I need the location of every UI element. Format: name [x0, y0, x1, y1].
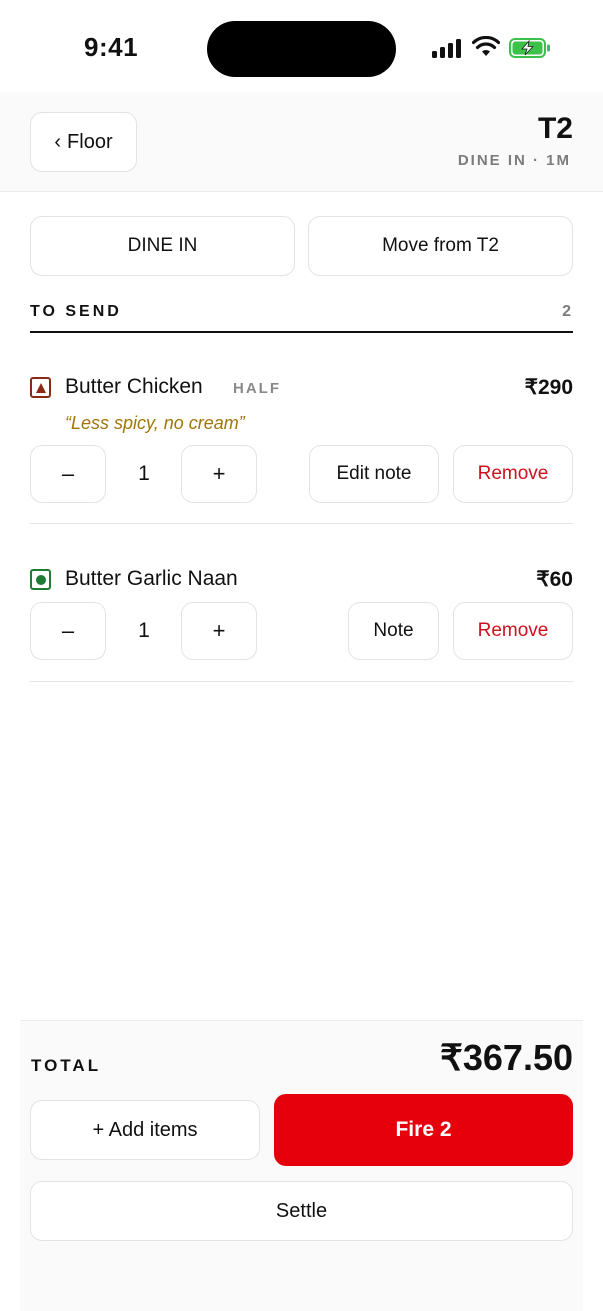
- section-count: 2: [562, 303, 571, 320]
- chevron-left-icon: ‹: [54, 130, 62, 153]
- item-quantity: 1: [138, 462, 150, 485]
- item-name: Butter Chicken: [65, 375, 203, 398]
- settle-button[interactable]: Settle: [30, 1181, 573, 1241]
- non-veg-icon: [30, 377, 51, 398]
- total-amount: ₹367.50: [439, 1037, 573, 1078]
- decrease-qty-button[interactable]: –: [30, 445, 106, 503]
- wifi-icon: [472, 36, 500, 56]
- item-name: Butter Garlic Naan: [65, 567, 238, 590]
- item-price: ₹290: [524, 376, 573, 399]
- add-note-button[interactable]: Note: [348, 602, 439, 660]
- order-footer: TOTAL ₹367.50 + Add items Fire 2 Settle: [20, 1020, 583, 1311]
- back-to-floor-button[interactable]: ‹ Floor: [30, 112, 137, 172]
- dynamic-island: [207, 21, 396, 77]
- add-items-button[interactable]: + Add items: [30, 1100, 260, 1160]
- move-table-button[interactable]: Move from T2: [308, 216, 573, 276]
- item-note: “Less spicy, no cream”: [65, 413, 245, 433]
- remove-item-button[interactable]: Remove: [453, 445, 573, 503]
- item-divider: [30, 681, 573, 682]
- to-send-section-header: TO SEND 2: [30, 300, 573, 333]
- increase-qty-button[interactable]: +: [181, 445, 257, 503]
- decrease-qty-button[interactable]: –: [30, 602, 106, 660]
- fire-order-button[interactable]: Fire 2: [274, 1094, 573, 1166]
- item-quantity: 1: [138, 619, 150, 642]
- table-title: T2: [537, 112, 573, 145]
- battery-charging-icon: [509, 38, 550, 58]
- back-button-label: Floor: [67, 130, 113, 153]
- item-divider: [30, 523, 573, 524]
- table-meta: DINE IN · 1M: [457, 152, 571, 169]
- status-time: 9:41: [84, 32, 139, 62]
- status-bar: 9:41: [0, 0, 603, 92]
- order-item: Butter Chicken HALF ₹290 “Less spicy, no…: [30, 372, 573, 507]
- item-variant: HALF: [233, 380, 281, 397]
- item-price: ₹60: [536, 568, 573, 591]
- veg-icon: [30, 569, 51, 590]
- order-header: ‹ Floor T2 DINE IN · 1M: [0, 92, 603, 192]
- increase-qty-button[interactable]: +: [181, 602, 257, 660]
- remove-item-button[interactable]: Remove: [453, 602, 573, 660]
- edit-note-button[interactable]: Edit note: [309, 445, 439, 503]
- section-title: TO SEND: [30, 303, 122, 320]
- total-label: TOTAL: [31, 1056, 102, 1075]
- order-type-button[interactable]: DINE IN: [30, 216, 295, 276]
- cellular-signal-icon: [432, 38, 463, 58]
- order-item: Butter Garlic Naan ₹60 – 1 + Note Remove: [30, 564, 573, 664]
